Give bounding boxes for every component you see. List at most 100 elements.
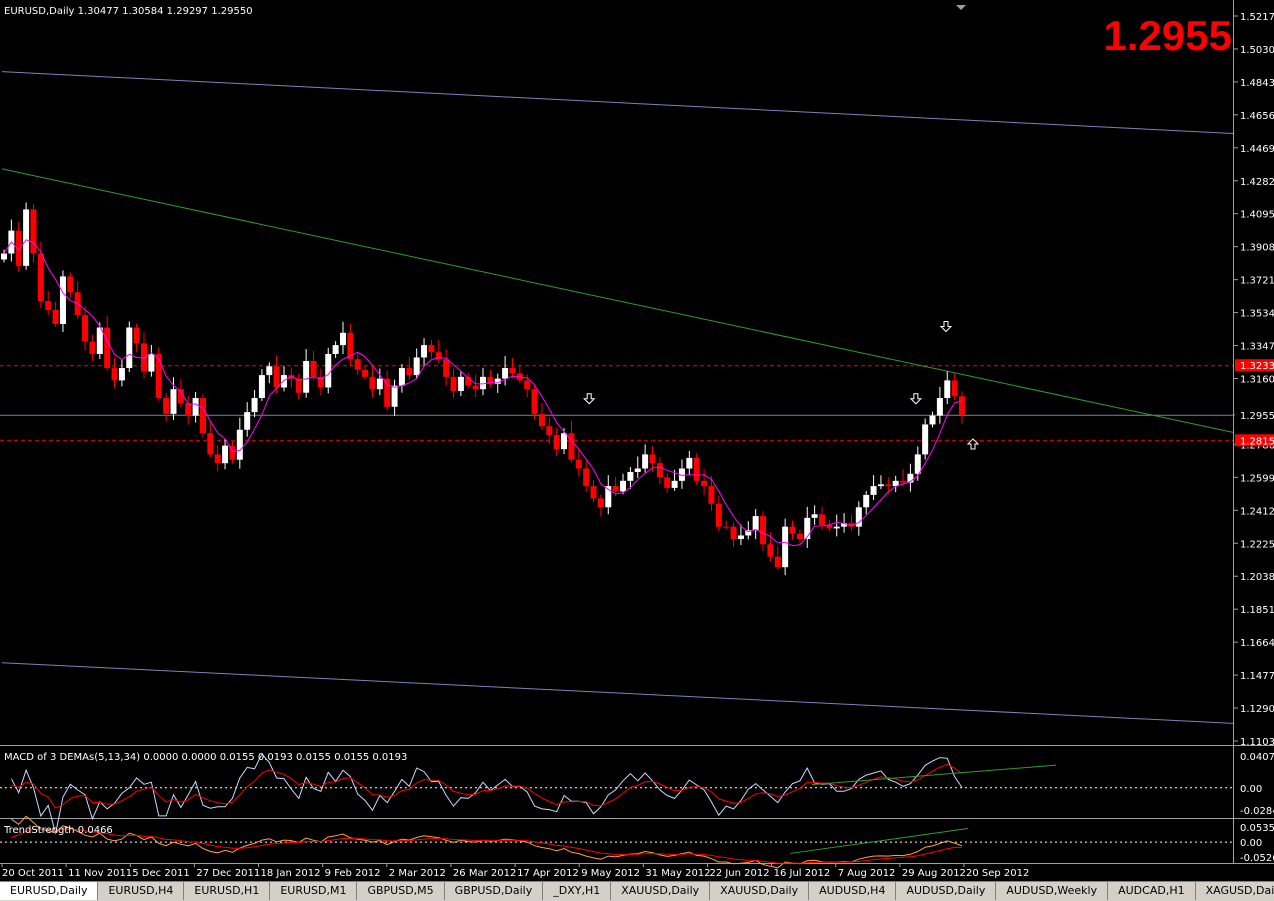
candle: [421, 345, 428, 358]
candle: [59, 276, 66, 324]
chart-canvas[interactable]: 1.52177 1.50307 1.48437 1.46567 1.44697 1.428…: [0, 0, 1274, 881]
candle: [789, 526, 796, 534]
candle: [575, 459, 582, 469]
chart-tab[interactable]: EURUSD,H4: [98, 882, 185, 900]
candle: [104, 327, 111, 369]
chart-tab[interactable]: AUDUSD,Weekly: [996, 882, 1109, 900]
date-tick-label: 16 Jul 2012: [774, 868, 831, 879]
price-tick-label: 1.22257: [1240, 539, 1274, 550]
candle: [811, 514, 818, 518]
candle: [207, 433, 214, 455]
candle: [273, 366, 280, 388]
candle: [708, 486, 715, 504]
candle: [457, 376, 464, 391]
level-price-label: 1.32336: [1240, 361, 1274, 372]
price-tick-label: 1.14777: [1240, 671, 1274, 682]
chart-tab[interactable]: _DXY,H1: [543, 882, 612, 900]
candle: [524, 380, 531, 390]
candle: [23, 209, 30, 266]
candle: [649, 454, 656, 464]
chart-tab[interactable]: XAUUSD,Daily: [710, 882, 810, 900]
candle: [796, 533, 803, 539]
macd-tick-label: 0.0407: [1240, 752, 1274, 763]
level-price-label: 1.28150: [1240, 436, 1274, 447]
candle: [266, 366, 273, 376]
candle: [67, 276, 74, 293]
candle: [258, 375, 265, 399]
candle: [914, 454, 921, 474]
candle: [133, 327, 140, 344]
chart-tab[interactable]: GBPUSD,Daily: [445, 882, 544, 900]
candle: [723, 526, 730, 528]
candle: [325, 353, 332, 388]
candle: [406, 368, 413, 376]
date-tick-label: 7 Aug 2012: [838, 868, 896, 879]
chart-tab[interactable]: EURUSD,Daily: [0, 882, 99, 900]
candle: [303, 361, 310, 393]
date-tick-label: 17 Apr 2012: [517, 868, 579, 879]
candle: [89, 341, 96, 354]
chart-tab[interactable]: AUDCAD,H1: [1108, 882, 1196, 900]
candle: [752, 516, 759, 531]
candle: [450, 376, 457, 391]
date-tick-label: 20 Sep 2012: [966, 868, 1029, 879]
candle: [561, 433, 568, 450]
candle: [693, 457, 700, 481]
candle: [509, 368, 516, 374]
chart-tab[interactable]: AUDUSD,Daily: [896, 882, 997, 900]
chart-tab[interactable]: EURUSD,H1: [184, 882, 271, 900]
date-tick-label: 31 May 2012: [645, 868, 710, 879]
candle: [199, 398, 206, 434]
date-tick-label: 22 Jun 2012: [709, 868, 769, 879]
date-tick-label: 29 Aug 2012: [902, 868, 966, 879]
candle: [774, 556, 781, 568]
symbol-info: EURUSD,Daily 1.30477 1.30584 1.29297 1.2…: [4, 6, 253, 17]
candle: [339, 332, 346, 346]
big-price-display: 1.2955: [1103, 12, 1232, 59]
candle: [244, 412, 251, 430]
price-tick-label: 1.24127: [1240, 506, 1274, 517]
candle: [538, 413, 545, 427]
date-tick-label: 11 Nov 2011: [68, 868, 132, 879]
price-tick-label: 1.46567: [1240, 111, 1274, 122]
candle: [362, 369, 369, 377]
candle: [376, 378, 383, 390]
price-tick-label: 1.44697: [1240, 144, 1274, 155]
candle: [170, 389, 177, 414]
chart-tab[interactable]: XAUUSD,Daily: [611, 882, 711, 900]
chart-tab[interactable]: GBPUSD,M5: [357, 882, 445, 900]
date-tick-label: 5 Dec 2011: [132, 868, 190, 879]
candle: [900, 480, 907, 483]
candle: [192, 398, 199, 416]
candle: [590, 486, 597, 499]
candle: [737, 535, 744, 539]
candle: [642, 454, 649, 469]
date-tick-label: 18 Jan 2012: [261, 868, 321, 879]
candle: [782, 526, 789, 568]
trend-tick-label: 0.00: [1240, 838, 1262, 849]
candle: [944, 380, 951, 399]
candle: [951, 380, 958, 397]
candle: [30, 209, 37, 254]
trend-tick-label: -0.0526: [1240, 853, 1274, 864]
candle: [612, 486, 619, 492]
candle: [546, 426, 553, 436]
chart-tabs-bar: EURUSD,Daily EURUSD,H4 EURUSD,H1 EURUSD,M1 G…: [0, 881, 1274, 901]
candle: [398, 368, 405, 386]
candle: [959, 396, 965, 415]
chart-tab[interactable]: EURUSD,M1: [270, 882, 358, 900]
date-tick-label: 27 Dec 2011: [196, 868, 260, 879]
chart-tab[interactable]: XAGUSD,Daily: [1196, 882, 1274, 900]
candle: [214, 454, 221, 464]
candle: [656, 463, 663, 478]
candle: [863, 494, 870, 508]
chart-tab[interactable]: AUDUSD,H4: [809, 882, 897, 900]
level-price-label: 1.29550: [1240, 411, 1274, 422]
candle: [148, 353, 155, 372]
price-tick-label: 1.40957: [1240, 210, 1274, 221]
candle: [833, 526, 840, 529]
candle: [568, 433, 575, 460]
candle: [664, 477, 671, 488]
candle: [760, 516, 767, 545]
date-tick-label: 2 Mar 2012: [389, 868, 446, 879]
